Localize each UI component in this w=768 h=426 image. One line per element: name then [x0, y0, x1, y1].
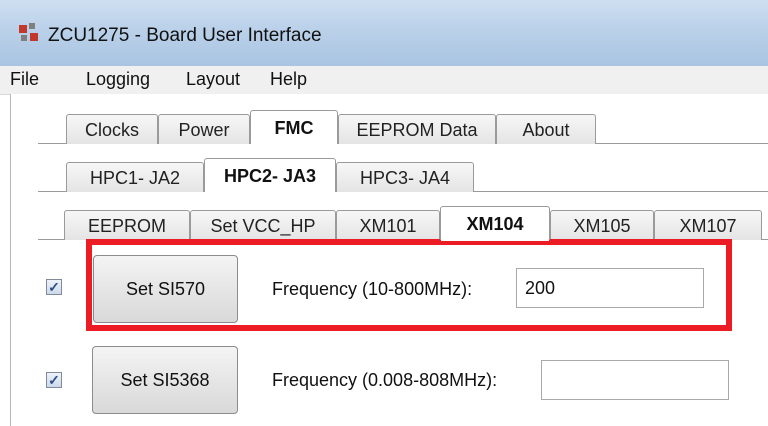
- si5368-frequency-input[interactable]: [541, 360, 729, 400]
- main-tab-row: Clocks Power FMC EEPROM Data About: [0, 110, 768, 145]
- tab-hpc3-ja4[interactable]: HPC3- JA4: [336, 162, 474, 192]
- tab-power[interactable]: Power: [158, 114, 250, 144]
- tab-fmc[interactable]: FMC: [250, 110, 338, 145]
- set-si5368-button[interactable]: Set SI5368: [92, 346, 238, 414]
- si5368-frequency-label: Frequency (0.008-808MHz):: [272, 370, 498, 390]
- menu-bar: File Logging Layout Help: [0, 66, 768, 95]
- sub-tab-row: EEPROM Set VCC_HP XM101 XM104 XM105 XM10…: [0, 206, 768, 241]
- tab-set-vcc-hp[interactable]: Set VCC_HP: [190, 210, 336, 240]
- si570-frequency-label: Frequency (10-800MHz):: [272, 279, 473, 299]
- tab-clocks[interactable]: Clocks: [66, 114, 158, 144]
- menu-logging[interactable]: Logging: [84, 69, 152, 90]
- tab-xm104[interactable]: XM104: [440, 206, 550, 241]
- tab-xm105[interactable]: XM105: [550, 210, 654, 240]
- menu-help[interactable]: Help: [268, 69, 309, 90]
- tab-xm101[interactable]: XM101: [336, 210, 440, 240]
- set-si570-button[interactable]: Set SI570: [93, 255, 238, 323]
- window-title: ZCU1275 - Board User Interface: [48, 25, 322, 46]
- menu-file[interactable]: File: [8, 69, 41, 90]
- tab-eeprom-data[interactable]: EEPROM Data: [338, 114, 496, 144]
- tab-xm107[interactable]: XM107: [654, 210, 762, 240]
- app-logo-icon: [19, 23, 38, 41]
- fmc-tab-row: HPC1- JA2 HPC2- JA3 HPC3- JA4: [0, 158, 768, 193]
- si5368-checkbox[interactable]: ✓: [46, 372, 62, 388]
- menu-layout[interactable]: Layout: [184, 69, 242, 90]
- si570-checkbox[interactable]: ✓: [46, 279, 62, 295]
- tab-eeprom[interactable]: EEPROM: [64, 210, 190, 240]
- si570-frequency-input[interactable]: [516, 268, 704, 308]
- tab-hpc1-ja2[interactable]: HPC1- JA2: [66, 162, 204, 192]
- tab-hpc2-ja3[interactable]: HPC2- JA3: [204, 158, 336, 193]
- tab-about[interactable]: About: [496, 114, 596, 144]
- title-bar: ZCU1275 - Board User Interface: [0, 0, 768, 67]
